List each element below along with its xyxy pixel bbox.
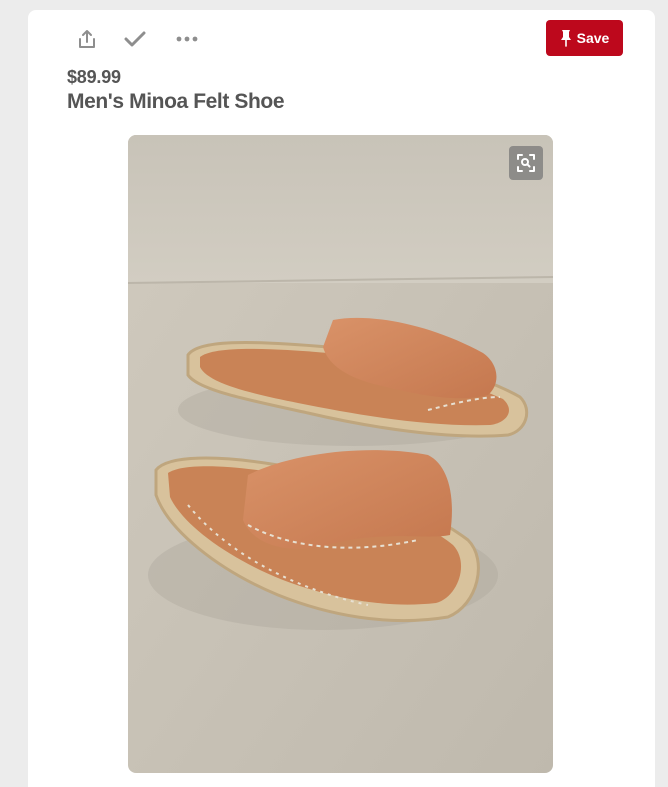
- pin-card: Save $89.99 Men's Minoa Felt Shoe: [28, 10, 655, 787]
- save-button[interactable]: Save: [546, 20, 623, 56]
- share-icon: [79, 30, 95, 48]
- sandals-photo: [128, 135, 553, 773]
- visual-search-icon: [517, 154, 535, 172]
- more-options-button[interactable]: [172, 24, 202, 54]
- product-price: $89.99: [67, 67, 121, 87]
- save-button-label: Save: [576, 30, 610, 46]
- pin-icon: [560, 30, 571, 47]
- product-title: Men's Minoa Felt Shoe: [67, 90, 285, 113]
- pin-toolbar: Save: [28, 10, 655, 66]
- share-button[interactable]: [72, 24, 102, 54]
- done-button[interactable]: [120, 24, 150, 54]
- product-image[interactable]: [128, 135, 553, 773]
- visual-search-button[interactable]: [509, 146, 543, 180]
- more-icon: [176, 36, 198, 42]
- check-icon: [124, 31, 146, 47]
